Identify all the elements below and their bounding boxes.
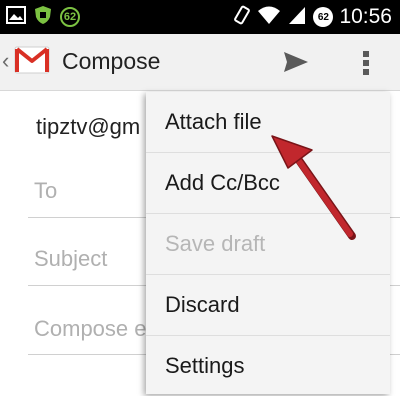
overflow-menu: Attach file Add Cc/Bcc Save draft Discar… bbox=[146, 92, 390, 394]
menu-item-attach-file[interactable]: Attach file bbox=[146, 92, 390, 152]
wifi-icon bbox=[257, 5, 281, 30]
image-icon bbox=[6, 5, 26, 29]
from-account[interactable]: tipztv@gm bbox=[36, 114, 140, 140]
battery-badge-icon: 62 bbox=[60, 7, 80, 27]
menu-item-save-draft: Save draft bbox=[165, 231, 266, 256]
up-caret-icon[interactable]: ‹ bbox=[2, 48, 9, 74]
menu-item-discard[interactable]: Discard bbox=[146, 275, 390, 335]
battery-percent-icon: 62 bbox=[313, 7, 334, 27]
send-button[interactable] bbox=[276, 46, 316, 78]
vibrate-icon bbox=[233, 4, 251, 31]
shield-icon bbox=[34, 5, 52, 30]
status-bar-left: 62 bbox=[6, 5, 80, 29]
page-title: Compose bbox=[62, 48, 161, 74]
status-bar: 62 62 10:56 bbox=[0, 0, 400, 34]
send-icon bbox=[284, 52, 308, 72]
status-bar-right: 62 10:56 bbox=[233, 4, 392, 30]
gmail-icon[interactable] bbox=[14, 46, 50, 79]
overflow-menu-icon bbox=[363, 51, 369, 75]
menu-item-settings[interactable]: Settings bbox=[146, 336, 390, 396]
overflow-menu-button[interactable] bbox=[352, 46, 380, 80]
to-field[interactable]: To bbox=[34, 178, 57, 204]
body-field[interactable]: Compose e bbox=[34, 316, 147, 342]
menu-item-add-cc-bcc[interactable]: Add Cc/Bcc bbox=[146, 153, 390, 213]
signal-icon bbox=[287, 5, 307, 30]
status-time: 10:56 bbox=[339, 5, 392, 28]
subject-field[interactable]: Subject bbox=[34, 246, 107, 272]
action-bar: ‹ Compose bbox=[0, 34, 400, 91]
